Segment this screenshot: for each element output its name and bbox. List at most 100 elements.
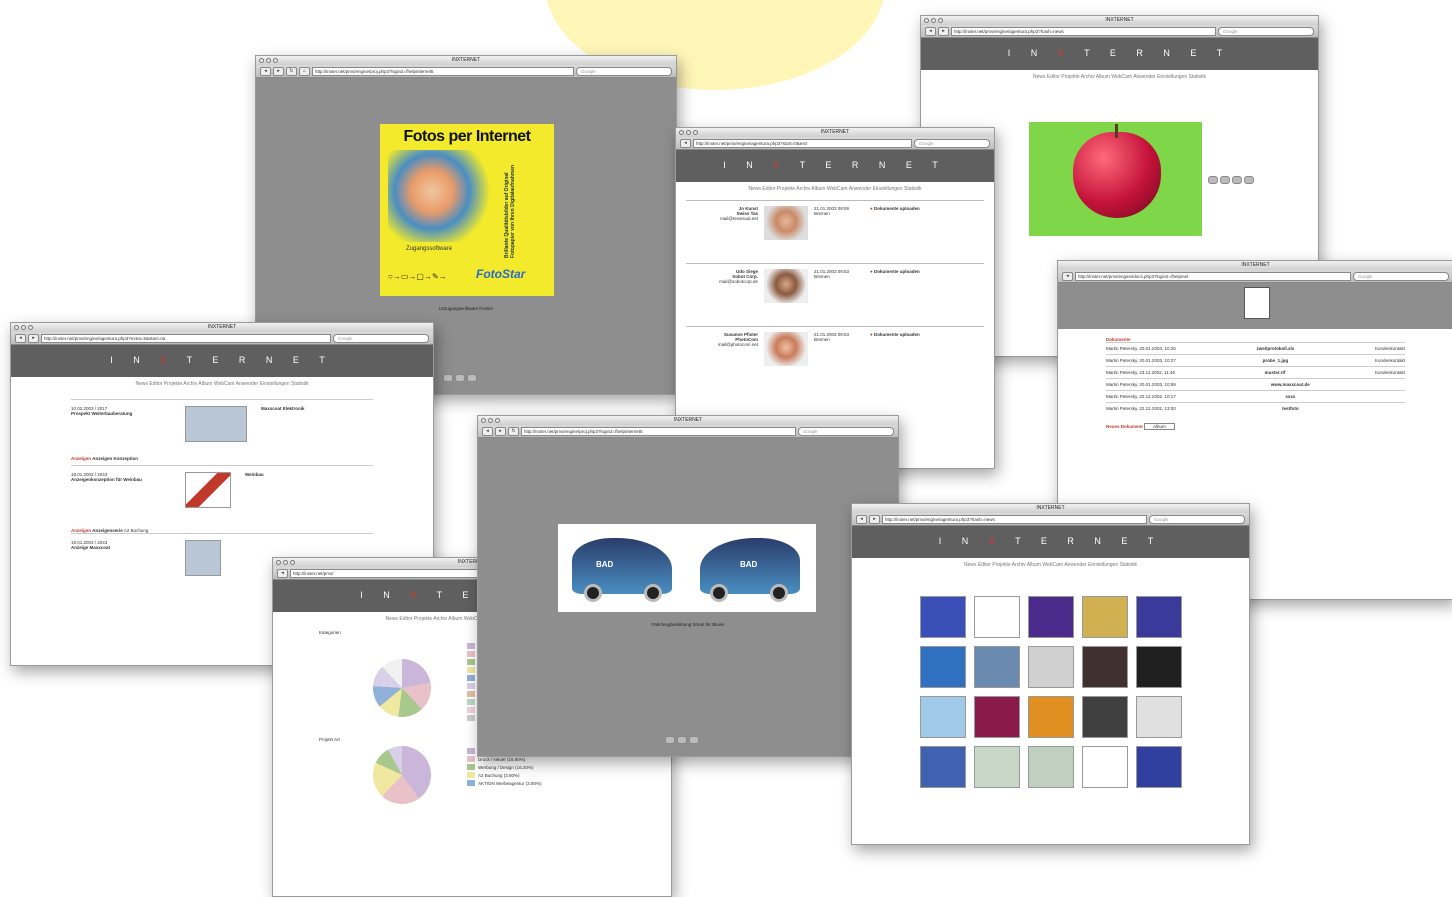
zoom-button[interactable] <box>693 130 698 135</box>
play-icon[interactable] <box>455 374 465 382</box>
url-field[interactable]: http://inxter.net/pms/engine/docs.php3?l… <box>1075 271 1351 281</box>
url-field[interactable]: http://inxter.net/pms/engine/agentura.ph… <box>693 138 912 148</box>
gallery-thumbnail[interactable] <box>1082 746 1128 788</box>
document-file-link[interactable]: probe_1.jpg <box>1263 358 1289 363</box>
back-button[interactable]: ◂ <box>925 26 936 36</box>
upload-link[interactable]: Dokumente uploaden <box>874 332 920 337</box>
gallery-thumbnail[interactable] <box>1028 646 1074 688</box>
close-button[interactable] <box>276 560 281 565</box>
url-field[interactable]: http://inxter.net/pms/engine/agentura.ph… <box>951 26 1216 36</box>
gallery-thumbnail[interactable] <box>1136 746 1182 788</box>
url-field[interactable]: http://inxter.net/pms/engine/agentura.ph… <box>882 514 1147 524</box>
info-icon[interactable] <box>1220 176 1230 184</box>
document-row[interactable]: Martin Petersky, 20.01.2003, 10:26 zweitp… <box>1106 342 1405 354</box>
search-field[interactable]: Google <box>914 138 990 148</box>
gallery-thumbnail[interactable] <box>1028 696 1074 738</box>
gallery-thumbnail[interactable] <box>920 696 966 738</box>
play-icon[interactable] <box>677 736 687 744</box>
site-nav[interactable]: News Editor Projekte Archiv Album WebCam… <box>676 182 994 196</box>
document-row[interactable]: Martin Petersky, 22.12.2002, 10:17 xxxx <box>1106 390 1405 402</box>
gallery-thumbnail[interactable] <box>920 746 966 788</box>
document-row[interactable]: Martin Petersky, 20.01.2003, 10:27 probe_… <box>1106 354 1405 366</box>
prev-icon[interactable] <box>665 736 675 744</box>
gallery-thumbnail[interactable] <box>920 646 966 688</box>
site-nav[interactable]: News Editor Projekte Archiv Album WebCam… <box>852 558 1249 572</box>
zoom-button[interactable] <box>273 58 278 63</box>
zoom-button[interactable] <box>495 418 500 423</box>
album-select[interactable]: Album <box>1144 423 1175 430</box>
document-row[interactable]: Martin Petersky, 23.11.2002, 11:46 muster… <box>1106 366 1405 378</box>
minimize-button[interactable] <box>283 560 288 565</box>
prev-icon[interactable] <box>443 374 453 382</box>
reload-button[interactable]: ↻ <box>508 426 519 436</box>
minimize-button[interactable] <box>266 58 271 63</box>
delete-icon[interactable] <box>1244 176 1254 184</box>
minimize-button[interactable] <box>21 325 26 330</box>
document-file-link[interactable]: www.maxxcoat.de <box>1271 382 1310 387</box>
close-button[interactable] <box>14 325 19 330</box>
gallery-thumbnail[interactable] <box>1082 646 1128 688</box>
back-button[interactable]: ◂ <box>856 514 867 524</box>
gallery-thumbnail[interactable] <box>1028 596 1074 638</box>
search-field[interactable]: Google <box>1218 26 1314 36</box>
gallery-thumbnail[interactable] <box>1082 696 1128 738</box>
document-file-link[interactable]: xxxx <box>1285 394 1295 399</box>
back-button[interactable]: ◂ <box>277 568 288 578</box>
document-row[interactable]: Martin Petersky, 20.01.2003, 10:59 www.ma… <box>1106 378 1405 390</box>
gallery-thumbnail[interactable] <box>974 746 1020 788</box>
gallery-thumbnail[interactable] <box>974 646 1020 688</box>
minimize-button[interactable] <box>931 18 936 23</box>
search-field[interactable]: Google <box>576 66 672 76</box>
gallery-thumbnail[interactable] <box>1082 596 1128 638</box>
upload-link[interactable]: Dokumente uploaden <box>874 206 920 211</box>
search-field[interactable]: Google <box>1149 514 1245 524</box>
forward-button[interactable]: ▸ <box>938 26 949 36</box>
edit-icon[interactable] <box>1232 176 1242 184</box>
gallery-thumbnail[interactable] <box>1136 596 1182 638</box>
site-nav[interactable]: News Editor Projekte Archiv Album WebCam… <box>11 377 433 391</box>
zoom-button[interactable] <box>290 560 295 565</box>
forward-button[interactable]: ▸ <box>495 426 506 436</box>
url-field[interactable]: http://inxter.net/pms/engine/proj.php3?l… <box>312 66 574 76</box>
close-button[interactable] <box>259 58 264 63</box>
search-field[interactable]: Google <box>798 426 894 436</box>
project-thumbnail[interactable] <box>185 406 247 442</box>
document-file-link[interactable]: zweitprotokoll.xls <box>1256 346 1294 351</box>
zoom-icon[interactable] <box>1208 176 1218 184</box>
back-button[interactable]: ◂ <box>15 333 26 343</box>
close-button[interactable] <box>481 418 486 423</box>
search-field[interactable]: Google <box>1353 271 1449 281</box>
home-button[interactable]: ⌂ <box>299 66 310 76</box>
zoom-button[interactable] <box>28 325 33 330</box>
back-button[interactable]: ◂ <box>482 426 493 436</box>
back-button[interactable]: ◂ <box>260 66 271 76</box>
forward-button[interactable]: ▸ <box>273 66 284 76</box>
next-icon[interactable] <box>467 374 477 382</box>
gallery-thumbnail[interactable] <box>974 696 1020 738</box>
project-thumbnail[interactable] <box>185 540 221 576</box>
document-file-link[interactable]: testfoto <box>1282 406 1299 411</box>
url-field[interactable]: http://inxter.net/pms/engine/proj.php3?l… <box>521 426 796 436</box>
forward-button[interactable]: ▸ <box>869 514 880 524</box>
gallery-thumbnail[interactable] <box>1136 646 1182 688</box>
back-button[interactable]: ◂ <box>1062 271 1073 281</box>
gallery-thumbnail[interactable] <box>920 596 966 638</box>
gallery-thumbnail[interactable] <box>1136 696 1182 738</box>
reload-button[interactable]: ↻ <box>286 66 297 76</box>
close-button[interactable] <box>679 130 684 135</box>
forward-button[interactable]: ▸ <box>28 333 39 343</box>
next-icon[interactable] <box>689 736 699 744</box>
gallery-thumbnail[interactable] <box>974 596 1020 638</box>
zoom-button[interactable] <box>938 18 943 23</box>
url-field[interactable]: http://inxter.net/pms/engine/agentura.ph… <box>41 333 331 343</box>
search-field[interactable]: Google <box>333 333 429 343</box>
document-row[interactable]: Martin Petersky, 22.12.2002, 13:00 testfo… <box>1106 402 1405 414</box>
project-thumbnail[interactable] <box>185 472 231 508</box>
back-button[interactable]: ◂ <box>680 138 691 148</box>
site-nav[interactable]: News Editor Projekte Archiv Album WebCam… <box>921 70 1318 84</box>
minimize-button[interactable] <box>488 418 493 423</box>
minimize-button[interactable] <box>686 130 691 135</box>
upload-link[interactable]: Dokumente uploaden <box>874 269 920 274</box>
document-file-link[interactable]: muster.rtf <box>1265 370 1286 375</box>
close-button[interactable] <box>924 18 929 23</box>
